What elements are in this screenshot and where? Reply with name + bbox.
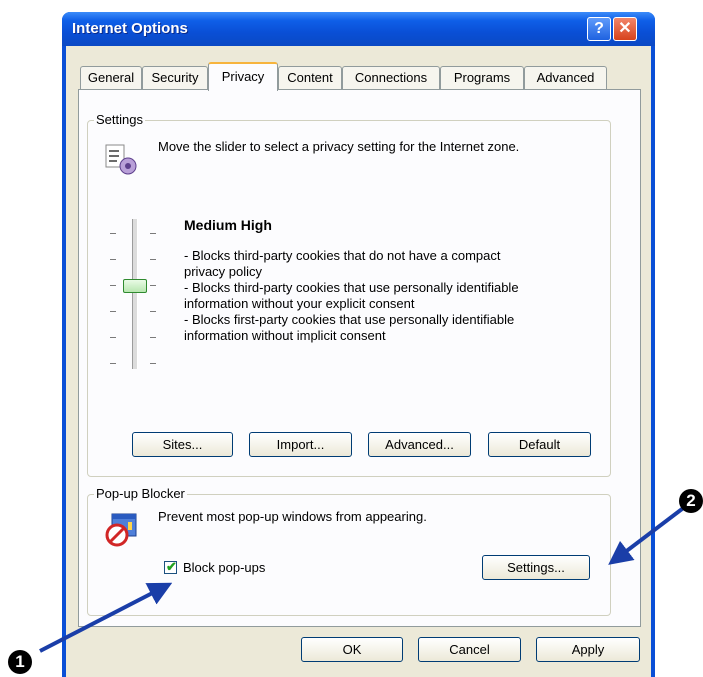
apply-button[interactable]: Apply [536,637,640,662]
ok-button[interactable]: OK [301,637,403,662]
privacy-tab-panel: Settings Move the slider to select a pri… [78,89,641,627]
block-popups-label[interactable]: Block pop-ups [183,560,265,576]
settings-group: Settings Move the slider to select a pri… [87,112,611,477]
sites-button[interactable]: Sites... [132,432,233,457]
block-popups-checkbox[interactable]: ✔ [164,559,177,574]
description-line: - Blocks third-party cookies that do not… [184,248,501,263]
cancel-button[interactable]: Cancel [418,637,521,662]
popup-blocker-legend: Pop-up Blocker [94,486,187,501]
slider-tick [150,337,156,338]
popup-settings-button[interactable]: Settings... [482,555,590,580]
tab-programs[interactable]: Programs [440,66,524,89]
slider-tick [110,363,116,364]
settings-legend: Settings [94,112,145,127]
title-bar[interactable]: Internet Options ? ✕ [62,12,655,46]
slider-tick [110,285,116,286]
checkmark-icon: ✔ [166,559,177,574]
annotation-marker-1: 1 [8,650,32,674]
advanced-button[interactable]: Advanced... [368,432,471,457]
privacy-level-description: - Blocks third-party cookies that do not… [184,248,604,344]
slider-instruction: Move the slider to select a privacy sett… [158,139,520,154]
close-button[interactable]: ✕ [613,17,637,41]
popup-blocker-group: Pop-up Blocker Prevent most pop-up windo… [87,486,611,616]
annotation-marker-2: 2 [679,489,703,513]
slider-tick [110,259,116,260]
slider-tick [110,233,116,234]
slider-track [132,219,138,369]
tab-connections[interactable]: Connections [342,66,440,89]
tab-security[interactable]: Security [142,66,208,89]
tab-privacy[interactable]: Privacy [208,62,278,91]
slider-tick [150,311,156,312]
description-line: privacy policy [184,264,263,279]
internet-options-window: Internet Options ? ✕ General Security Pr… [62,12,655,677]
popup-blocker-icon [105,513,137,547]
tab-general[interactable]: General [80,66,142,89]
slider-tick [110,337,116,338]
privacy-zone-icon [105,144,137,175]
slider-tick [150,285,156,286]
description-line: - Blocks third-party cookies that use pe… [184,280,519,295]
description-line: information without your explicit consen… [184,296,415,311]
tab-advanced[interactable]: Advanced [524,66,607,89]
slider-tick [110,311,116,312]
privacy-level-title: Medium High [184,217,272,233]
dialog-client: General Security Privacy Content Connect… [66,46,651,677]
slider-tick [150,259,156,260]
tab-content[interactable]: Content [278,66,342,89]
slider-tick [150,363,156,364]
description-line: - Blocks first-party cookies that use pe… [184,312,515,327]
default-button[interactable]: Default [488,432,591,457]
slider-thumb[interactable] [123,279,147,293]
help-button[interactable]: ? [587,17,611,41]
description-line: information without implicit consent [184,328,386,343]
privacy-slider[interactable] [108,219,158,379]
window-title: Internet Options [72,20,188,37]
import-button[interactable]: Import... [249,432,352,457]
popup-description: Prevent most pop-up windows from appeari… [158,509,427,524]
slider-tick [150,233,156,234]
